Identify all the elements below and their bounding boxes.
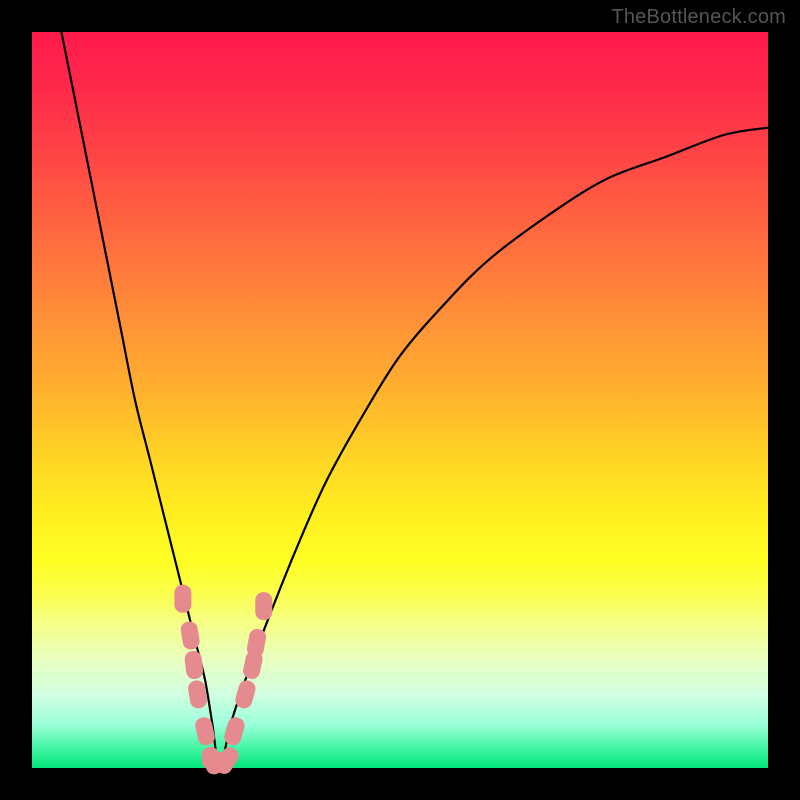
chart-frame: TheBottleneck.com <box>0 0 800 800</box>
marker <box>180 620 201 650</box>
bottleneck-curve <box>61 32 768 768</box>
plot-area <box>32 32 768 768</box>
marker <box>174 585 191 613</box>
curve-layer <box>32 32 768 768</box>
marker <box>255 592 272 620</box>
marker <box>194 716 217 747</box>
marker <box>184 650 204 680</box>
watermark-text: TheBottleneck.com <box>611 6 786 29</box>
marker <box>246 628 268 659</box>
